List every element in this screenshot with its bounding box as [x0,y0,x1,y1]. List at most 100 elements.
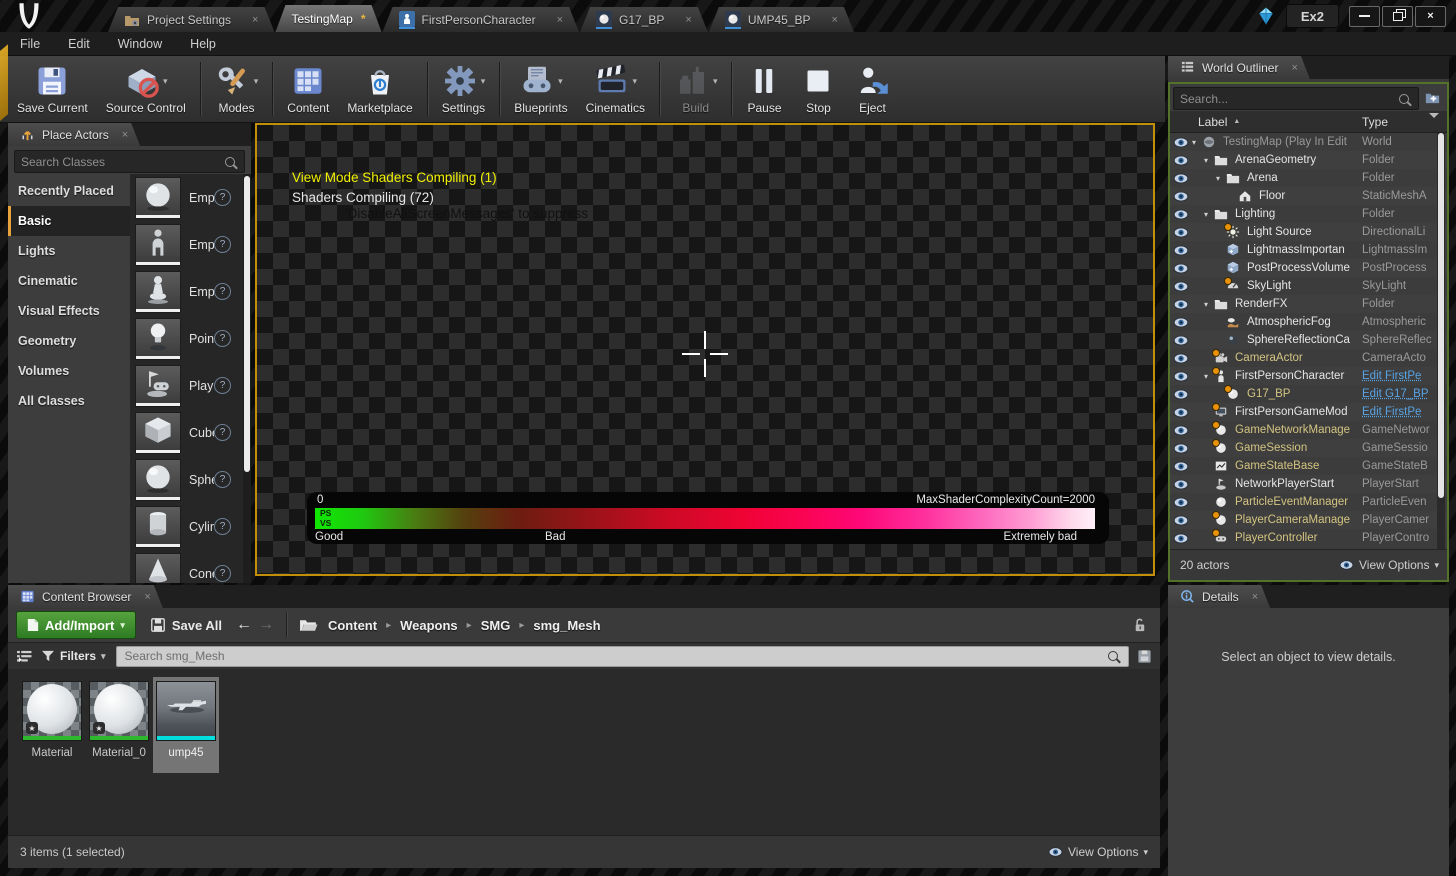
doc-tab-ump45-bp[interactable]: UMP45_BP× [709,7,854,32]
category-basic[interactable]: Basic [8,206,130,236]
lock-icon[interactable] [1131,616,1148,633]
doc-tab-firstpersoncharacter[interactable]: FirstPersonCharacter× [383,7,579,32]
place-item-play-4[interactable]: Play? [130,362,243,409]
expand-arrow-icon[interactable]: ▾ [1204,156,1214,165]
visibility-eye-icon[interactable] [1170,317,1192,328]
visibility-eye-icon[interactable] [1170,479,1192,490]
chevron-down-icon[interactable]: ▾ [481,76,486,87]
category-geometry[interactable]: Geometry [8,326,130,356]
minimize-button[interactable] [1349,6,1380,27]
outliner-row-arena[interactable]: ▾ArenaFolder [1170,169,1447,187]
help-icon[interactable]: ? [214,283,231,300]
sources-panel-icon[interactable] [16,650,33,663]
eject-button[interactable]: Eject [845,60,899,118]
edit-blueprint-link[interactable]: Edit G17_BP [1362,388,1435,400]
help-icon[interactable]: ? [214,471,231,488]
place-actors-scrollbar[interactable] [243,174,251,583]
menu-edit[interactable]: Edit [54,32,104,55]
close-icon[interactable]: × [1291,62,1297,74]
close-icon[interactable]: × [252,14,258,26]
help-icon[interactable]: ? [214,377,231,394]
outliner-row-atmosphericfog[interactable]: AtmosphericFogAtmospheric [1170,313,1447,331]
place-item-emp-1[interactable]: Emp? [130,221,243,268]
asset-search-input[interactable] [117,649,1108,663]
place-item-cylir-7[interactable]: Cylir? [130,503,243,550]
category-volumes[interactable]: Volumes [8,356,130,386]
view-options-button[interactable]: View Options ▾ [1048,845,1148,859]
visibility-eye-icon[interactable] [1170,245,1192,256]
outliner-scrollbar[interactable] [1437,133,1445,550]
settings-button[interactable]: ▾Settings [433,60,495,118]
visibility-eye-icon[interactable] [1170,407,1192,418]
outliner-row-playercontroller[interactable]: PlayerControllerPlayerContro [1170,529,1447,547]
visibility-eye-icon[interactable] [1170,371,1192,382]
visibility-eye-icon[interactable] [1170,263,1192,274]
chevron-down-icon[interactable]: ▾ [558,76,563,87]
outliner-row-gamesession[interactable]: GameSessionGameSessio [1170,439,1447,457]
outliner-row-particleeventmanager[interactable]: ParticleEventManagerParticleEven [1170,493,1447,511]
outliner-row-firstpersongamemod[interactable]: FirstPersonGameModEdit FirstPe [1170,403,1447,421]
pause-button[interactable]: Pause [737,60,791,118]
visibility-eye-icon[interactable] [1170,281,1192,292]
asset-ump45[interactable]: ump45 [153,677,219,773]
doc-tab-testingmap[interactable]: TestingMap* [275,5,381,32]
save-search-icon[interactable] [1137,649,1152,664]
help-icon[interactable]: ? [214,518,231,535]
content-button[interactable]: Content [278,60,338,118]
close-icon[interactable]: × [685,14,691,26]
outliner-row-skylight[interactable]: SkyLightSkyLight [1170,277,1447,295]
project-name-badge[interactable]: Ex2 [1286,4,1339,28]
doc-tab-project-settings[interactable]: Project Settings× [108,7,274,32]
outliner-row-gamestatebase[interactable]: GameStateBaseGameStateB [1170,457,1447,475]
visibility-eye-icon[interactable] [1170,227,1192,238]
edit-blueprint-link[interactable]: Edit FirstPe [1362,370,1435,382]
chevron-down-icon[interactable]: ▾ [633,76,638,87]
help-icon[interactable]: ? [214,236,231,253]
category-lights[interactable]: Lights [8,236,130,266]
close-icon[interactable]: × [144,591,150,603]
visibility-eye-icon[interactable] [1170,155,1192,166]
edit-blueprint-link[interactable]: Edit FirstPe [1362,406,1435,418]
save-all-button[interactable]: Save All [150,617,222,633]
outliner-row-postprocessvolume[interactable]: PostProcessVolumePostProcess [1170,259,1447,277]
breadcrumb-content[interactable]: Content [328,618,377,633]
add-folder-button[interactable] [1422,88,1443,107]
outliner-row-floor[interactable]: FloorStaticMeshA [1170,187,1447,205]
outliner-row-arenageometry[interactable]: ▾ArenaGeometryFolder [1170,151,1447,169]
source-control-button[interactable]: ▾Source Control [97,60,195,118]
tab-content-browser[interactable]: Content Browser × [8,585,163,608]
visibility-eye-icon[interactable] [1170,443,1192,454]
restore-button[interactable] [1382,6,1413,27]
cinematics-button[interactable]: ▾Cinematics [577,60,654,118]
breadcrumb-smg-mesh[interactable]: smg_Mesh [533,618,600,633]
expand-arrow-icon[interactable]: ▾ [1192,138,1202,147]
type-filter-icon[interactable] [1429,118,1439,132]
view-options-button[interactable]: View Options ▾ [1339,558,1439,572]
visibility-eye-icon[interactable] [1170,173,1192,184]
expand-arrow-icon[interactable]: ▾ [1204,210,1214,219]
close-icon[interactable]: × [832,14,838,26]
modes-button[interactable]: ▾Modes [206,60,268,118]
visibility-eye-icon[interactable] [1170,461,1192,472]
chevron-down-icon[interactable]: ▾ [254,76,259,87]
breadcrumb-weapons[interactable]: Weapons [400,618,458,633]
stop-button[interactable]: Stop [791,60,845,118]
outliner-row-renderfx[interactable]: ▾RenderFXFolder [1170,295,1447,313]
scrollbar-thumb[interactable] [244,176,250,472]
place-item-emp-0[interactable]: Emp? [130,174,243,221]
outliner-search-input[interactable] [1174,92,1399,106]
outliner-row-light-source[interactable]: Light SourceDirectionalLi [1170,223,1447,241]
menu-file[interactable]: File [6,32,54,55]
outliner-row-firstpersoncharacter[interactable]: ▾FirstPersonCharacterEdit FirstPe [1170,367,1447,385]
asset-material[interactable]: ★Material [19,677,85,773]
outliner-row-testingmap-play-in-edit[interactable]: ▾TestingMap (Play In EditWorld [1170,133,1447,151]
visibility-eye-icon[interactable] [1170,137,1192,148]
column-type[interactable]: Type [1362,115,1388,129]
tab-place-actors[interactable]: Place Actors × [8,123,140,146]
doc-tab-g17-bp[interactable]: G17_BP× [580,7,708,32]
close-icon[interactable]: × [1252,591,1258,603]
place-item-emp-2[interactable]: Emp? [130,268,243,315]
forward-button[interactable]: → [258,616,274,634]
help-icon[interactable]: ? [214,424,231,441]
expand-arrow-icon[interactable]: ▾ [1216,174,1226,183]
